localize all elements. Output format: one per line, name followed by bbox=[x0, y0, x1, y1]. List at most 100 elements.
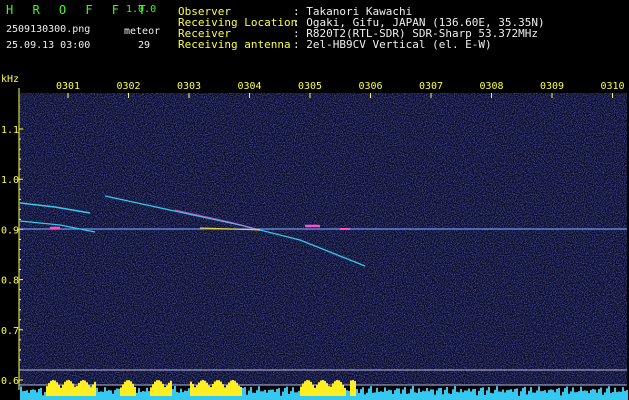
signal-bar bbox=[530, 387, 532, 400]
signal-bar bbox=[146, 387, 148, 400]
signal-bar bbox=[444, 389, 446, 400]
signal-bar bbox=[446, 387, 448, 400]
signal-bar bbox=[622, 387, 624, 400]
freq-tick-label: 1.0 bbox=[1, 175, 19, 186]
signal-bar bbox=[378, 392, 380, 400]
signal-bar bbox=[248, 390, 250, 400]
signal-bar bbox=[480, 388, 482, 400]
signal-bar bbox=[34, 389, 36, 400]
signal-bar-peak bbox=[302, 383, 304, 396]
signal-bar bbox=[536, 390, 538, 400]
signal-bar-peak bbox=[132, 383, 134, 396]
signal-bar bbox=[262, 391, 264, 400]
time-tick-label: 0303 bbox=[177, 81, 201, 92]
signal-bar bbox=[514, 389, 516, 400]
signal-bar bbox=[292, 387, 294, 400]
signal-bar-peak bbox=[344, 387, 346, 396]
signal-bar bbox=[430, 389, 432, 400]
signal-bar-peak bbox=[218, 380, 220, 396]
signal-bar bbox=[492, 393, 494, 400]
app-version: 1.0.0 bbox=[126, 4, 157, 15]
signal-bar bbox=[574, 392, 576, 400]
signal-bar bbox=[172, 389, 174, 400]
signal-bar-peak bbox=[224, 387, 226, 396]
signal-bar bbox=[606, 388, 608, 400]
signal-bar bbox=[438, 388, 440, 400]
signal-bar bbox=[362, 387, 364, 400]
signal-bar bbox=[394, 390, 396, 400]
signal-bar bbox=[272, 389, 274, 400]
info-label-antenna: Receiving antenna bbox=[178, 38, 291, 51]
signal-bar bbox=[504, 392, 506, 400]
signal-bar-peak bbox=[50, 380, 52, 396]
signal-bar bbox=[374, 392, 376, 400]
signal-bar bbox=[518, 395, 520, 400]
signal-bar bbox=[182, 392, 184, 400]
signal-bar bbox=[28, 392, 30, 400]
signal-bar bbox=[428, 391, 430, 400]
waterfall-noise bbox=[19, 93, 627, 385]
signal-bar bbox=[266, 392, 268, 400]
signal-bar bbox=[278, 388, 280, 400]
signal-bar bbox=[356, 389, 358, 400]
signal-bar bbox=[186, 390, 188, 400]
signal-bar bbox=[610, 393, 612, 400]
signal-bar bbox=[346, 390, 348, 400]
signal-bar bbox=[286, 386, 288, 400]
signal-bar bbox=[40, 387, 42, 400]
signal-bar bbox=[508, 389, 510, 400]
signal-bar bbox=[502, 389, 504, 400]
signal-bar bbox=[500, 391, 502, 400]
signal-bar bbox=[106, 391, 108, 400]
signal-bar bbox=[474, 388, 476, 400]
signal-bar-peak bbox=[334, 381, 336, 396]
signal-bar bbox=[548, 390, 550, 400]
signal-bar bbox=[572, 387, 574, 400]
signal-bar bbox=[100, 391, 102, 400]
time-tick-label: 0310 bbox=[600, 81, 624, 92]
signal-bar-peak bbox=[238, 385, 240, 396]
signal-bar bbox=[598, 389, 600, 400]
signal-bar bbox=[620, 391, 622, 400]
signal-bar bbox=[464, 390, 466, 400]
signal-bar-peak bbox=[154, 381, 156, 396]
signal-bar bbox=[436, 390, 438, 400]
signal-bar bbox=[432, 389, 434, 400]
signal-bar bbox=[144, 391, 146, 400]
signal-bar-peak bbox=[126, 380, 128, 396]
signal-bar bbox=[418, 388, 420, 400]
signal-bar bbox=[570, 391, 572, 400]
signal-bar-peak bbox=[232, 380, 234, 396]
signal-bar bbox=[588, 393, 590, 400]
signal-bar bbox=[396, 388, 398, 400]
signal-bar-peak bbox=[340, 381, 342, 396]
signal-bar bbox=[456, 391, 458, 400]
signal-bar bbox=[404, 387, 406, 400]
signal-bar-peak bbox=[158, 380, 160, 396]
signal-bar-peak bbox=[202, 380, 204, 396]
signal-bar-peak bbox=[308, 380, 310, 396]
signal-bar bbox=[562, 391, 564, 400]
signal-bar bbox=[582, 391, 584, 400]
signal-bar bbox=[252, 392, 254, 400]
signal-bar-peak bbox=[350, 380, 352, 396]
signal-bar bbox=[386, 391, 388, 400]
signal-bar-peak bbox=[352, 380, 354, 396]
signal-bar bbox=[24, 390, 26, 400]
freq-tick-label: 0.7 bbox=[1, 326, 19, 337]
signal-bar bbox=[400, 393, 402, 400]
signal-bar bbox=[382, 391, 384, 400]
signal-bar bbox=[580, 386, 582, 400]
signal-bar bbox=[486, 390, 488, 400]
signal-bar-peak bbox=[316, 384, 318, 396]
signal-bar bbox=[552, 389, 554, 400]
signal-bar bbox=[98, 392, 100, 400]
signal-bar bbox=[280, 395, 282, 400]
signal-bar bbox=[586, 390, 588, 400]
spectrogram-plot: 0301 0302 0303 0304 0305 0306 0307 0308 0309 0310… bbox=[1, 81, 628, 400]
signal-bar bbox=[282, 391, 284, 400]
signal-bar bbox=[558, 387, 560, 400]
signal-bar bbox=[448, 393, 450, 400]
signal-bar-peak bbox=[68, 380, 70, 396]
signal-bar-peak bbox=[70, 381, 72, 396]
